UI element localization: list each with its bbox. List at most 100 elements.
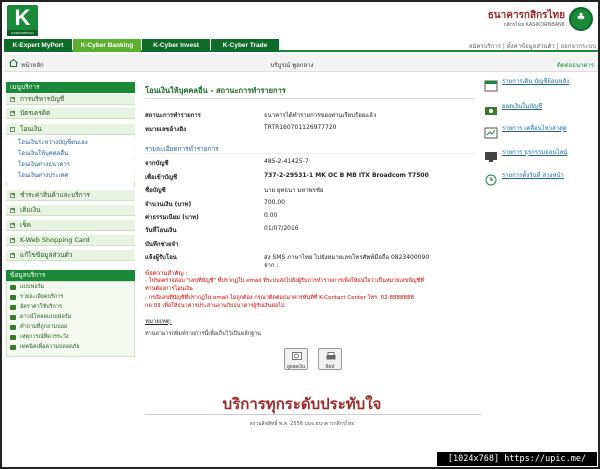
info-item-security-tips[interactable]: เทคนิคเพื่อความปลอดภัย: [10, 343, 132, 352]
download-icon: [10, 315, 16, 320]
sidebar-item-label: K-Web Shopping Card: [20, 236, 90, 244]
sidebar-item-account-management[interactable]: + การบริหารบัญชี: [6, 94, 135, 105]
remark-text: ท่านสามารถพิมพ์รายการนี้เพื่อเก็บไว้เป็น…: [145, 331, 261, 337]
seal-glyph-icon: ♣: [576, 12, 586, 23]
top-links[interactable]: สมัครบริการ | ตั้งค่าข้อมูลส่วนตัว | ออก…: [352, 41, 596, 51]
tab-k-cyber-invest[interactable]: K-Cyber Invest: [142, 39, 210, 52]
note-line: - โปรดตรวจสอบ "เลขที่บัญชี" ที่ปรากฏใน e…: [145, 278, 424, 284]
user-name: บริบูรณ์ พูลกลาง: [270, 62, 314, 69]
tab-k-expert-myport[interactable]: K-Expert MyPort: [4, 39, 72, 52]
home-link[interactable]: หน้าหลัก: [21, 60, 44, 70]
printer-icon: [326, 352, 336, 360]
sidebar-item-label: บัตรเครดิต: [20, 109, 51, 117]
bank-name-english: กสิกรไทย KASIKORNBANK: [503, 22, 565, 28]
activity-icon: [484, 127, 498, 139]
expand-icon: +: [10, 96, 16, 102]
monitor-icon: [485, 152, 497, 162]
footer-divider: [145, 414, 481, 415]
print-button[interactable]: พิมพ์: [318, 348, 342, 370]
logo-letter: K: [14, 5, 31, 30]
account-name-value: นาย ยุทธนา มหาพรชัย: [264, 187, 324, 194]
form-icon: [10, 285, 16, 290]
info-item-label: ดาวน์โหลดแบบฟอร์ม: [20, 314, 72, 320]
fee-label: ค่าธรรมเนียม (บาท): [145, 214, 199, 221]
warning-icon: [10, 335, 16, 340]
section-divider: [145, 153, 475, 154]
expand-icon: +: [10, 207, 16, 213]
info-item-fees[interactable]: อัตราค่าใช้บริการ: [10, 303, 132, 312]
info-item-download-forms[interactable]: ดาวน์โหลดแบบฟอร์ม: [10, 313, 132, 322]
sidebar-item-label: โอนเงิน: [20, 125, 42, 133]
home-icon[interactable]: [9, 59, 18, 67]
reference-value: TRTR160701126977720: [264, 124, 337, 131]
submenu-interbank-transfer[interactable]: โอนเงินต่างธนาคาร: [6, 160, 135, 170]
sidebar-item-cheque[interactable]: + เช็ค: [6, 220, 135, 231]
sidebar-item-bill-payment[interactable]: + ชำระค่าสินค้าและบริการ: [6, 190, 135, 201]
transfer-date-value: 01/07/2016: [264, 225, 299, 232]
from-account-label: จากบัญชี: [145, 160, 169, 167]
info-item-service-details[interactable]: รายละเอียดบริการ: [10, 293, 132, 302]
sidebar-item-transfer[interactable]: - โอนเงิน: [6, 124, 135, 135]
submenu-international-transfer[interactable]: โอนเงินต่างประเทศ: [6, 171, 135, 181]
info-item-label: อัตราค่าใช้บริการ: [20, 304, 62, 310]
amount-label: จำนวนเงิน (บาท): [145, 201, 192, 208]
right-menu-label: รายการ เคลื่อนไหวล่าสุด: [502, 125, 567, 132]
page-frame: K KASIKORNTHAI ธนาคารกสิกรไทย กสิกรไทย K…: [0, 0, 600, 469]
info-item-label: เหตุการณ์ที่ควรระวัง: [20, 334, 69, 340]
right-menu-label: รายการเดิน บัญชีย้อนหลัง: [502, 78, 570, 85]
right-menu-recent-activity[interactable]: รายการ เคลื่อนไหวล่าสุด: [484, 125, 596, 149]
info-item-warnings[interactable]: เหตุการณ์ที่ควรระวัง: [10, 333, 132, 342]
right-menu-scheduled[interactable]: รายการตั้งวันที่ ล่วงหน้า: [484, 172, 596, 196]
tab-k-cyber-banking[interactable]: K-Cyber Banking: [73, 39, 141, 52]
view-balance-label: ดูยอดเงิน: [287, 365, 305, 370]
sidebar-item-label: เช็ค: [20, 221, 31, 229]
right-menu-balance[interactable]: ยอดเงินในบัญชี: [484, 103, 596, 127]
right-menu-online-transactions[interactable]: รายการ ธุรกรรมออนไลน์: [484, 149, 596, 173]
sidebar-item-label: ชำระค่าสินค้าและบริการ: [20, 191, 90, 199]
sidebar-item-k-web-shopping-card[interactable]: + K-Web Shopping Card: [6, 235, 135, 246]
calendar-icon: [484, 80, 498, 92]
to-account-label: เพื่อเข้าบัญชี: [145, 174, 178, 181]
collapse-icon: -: [10, 126, 15, 132]
sidebar-item-credit-card[interactable]: + บัตรเครดิต: [6, 108, 135, 119]
submenu-own-account-transfer[interactable]: โอนเงินระหว่างบัญชีตนเอง: [6, 138, 135, 148]
note-line: ท่านต้องการโอนเงิน: [145, 286, 193, 292]
notify-recipient-label: แจ้งผู้รับโอน: [145, 254, 177, 261]
info-item-label: แบบฟอร์ม: [20, 284, 45, 290]
sidebar-item-edit-profile[interactable]: + แก้ไขข้อมูลส่วนตัว: [6, 250, 135, 261]
balance-icon: [485, 107, 497, 115]
contact-bank-link[interactable]: ติดต่อธนาคาร: [502, 60, 594, 70]
info-item-label: คำถามที่ถูกถามบ่อย: [20, 324, 68, 330]
reference-label: หมายเลขอ้างอิง: [145, 126, 187, 133]
service-info-header: ข้อมูลบริการ: [6, 270, 135, 281]
sidebar-item-top-up[interactable]: + เติมเงิน: [6, 205, 135, 216]
tab-k-cyber-trade[interactable]: K-Cyber Trade: [211, 39, 279, 52]
memo-label: บันทึกช่วยจำ: [145, 241, 179, 248]
status-label: สถานะการทำรายการ: [145, 112, 201, 119]
bank-slogan: บริการทุกระดับประทับใจ: [222, 395, 382, 413]
note-line: - กรณีเลขที่บัญชีที่ปรากฏใน email ไม่ถูก…: [145, 295, 415, 301]
view-balance-button[interactable]: ดูยอดเงิน: [284, 348, 308, 370]
notify-recipient-value: ส่ง SMS ภาษาไทย ไปยังหมายเลขโทรศัพท์มือถ…: [264, 254, 430, 261]
right-menu-statement[interactable]: รายการเดิน บัญชีย้อนหลัง: [484, 78, 596, 102]
from-account-value: 485-2-41425-7: [264, 158, 309, 165]
expand-icon: +: [10, 192, 16, 198]
status-value: ธนาคารได้ทำรายการของท่านเรียบร้อยแล้ว: [264, 112, 377, 119]
clock-icon: [485, 174, 497, 186]
question-icon: [10, 325, 16, 330]
right-menu-label: ยอดเงินในบัญชี: [502, 103, 543, 110]
info-item-faq[interactable]: คำถามที่ถูกถามบ่อย: [10, 323, 132, 332]
transfer-date-label: วันที่โอนเงิน: [145, 227, 177, 234]
logo-caption: KASIKORNTHAI: [7, 30, 38, 36]
expand-icon: +: [10, 237, 16, 243]
right-menu-label: รายการตั้งวันที่ ล่วงหน้า: [502, 172, 564, 179]
sidebar-item-label: การบริหารบัญชี: [20, 95, 65, 103]
submenu-third-party-transfer[interactable]: โอนเงินให้บุคคลอื่น: [6, 149, 135, 159]
note-line: กด 03 เพื่อให้ธนาคารประสานงานกับธนาคารผู…: [145, 303, 285, 309]
info-item-label: รายละเอียดบริการ: [20, 294, 64, 300]
info-item-form[interactable]: แบบฟอร์ม: [10, 283, 132, 292]
service-menu-header: เมนูบริการ: [6, 82, 135, 93]
magnifier-icon: [292, 352, 302, 360]
to-account-value: 737-2-29531-1 MK OC B MB ITX Broadcom T7…: [264, 172, 429, 179]
page-title: โอนเงินให้บุคคลอื่น - สถานะการทำรายการ: [145, 86, 286, 95]
